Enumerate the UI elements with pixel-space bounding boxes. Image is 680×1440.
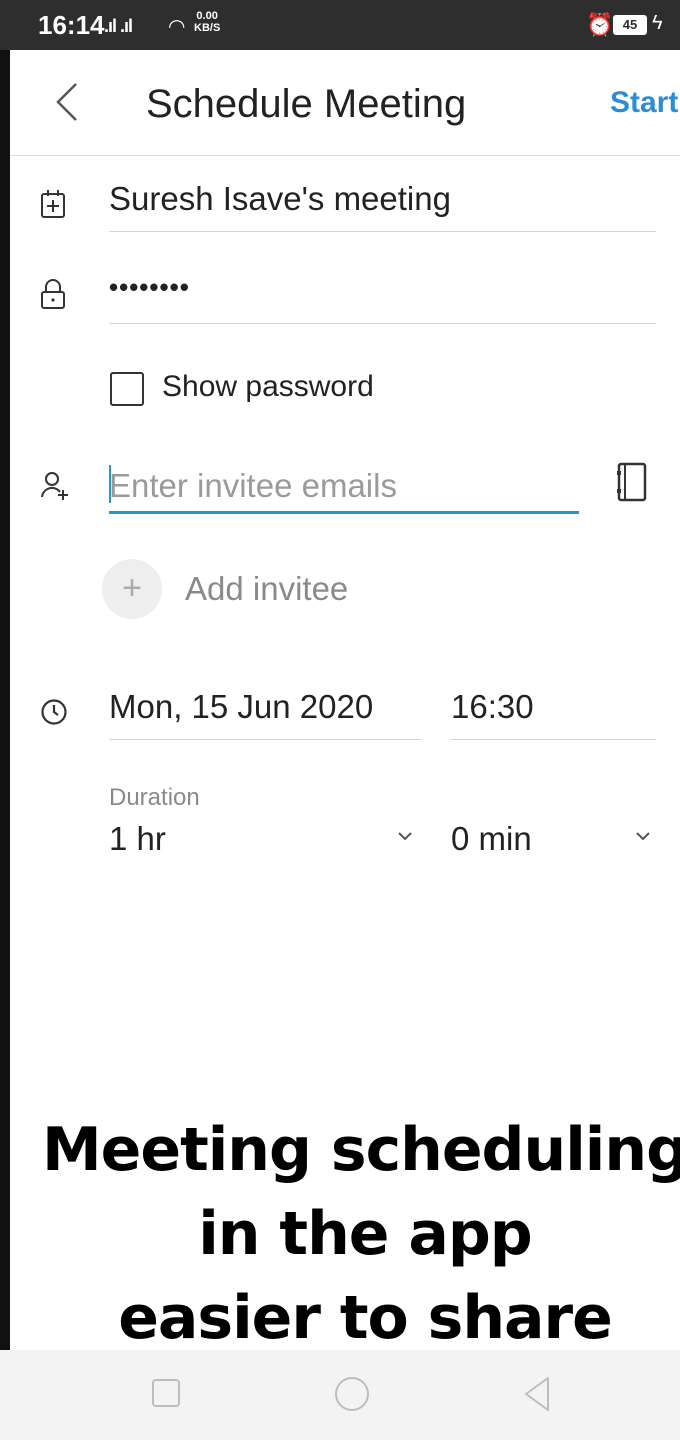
- duration-hours-select[interactable]: 1 hr: [109, 820, 421, 860]
- add-invitee-button[interactable]: +: [102, 559, 162, 619]
- alarm-icon: ⏰: [586, 12, 614, 37]
- calendar-add-icon: [41, 190, 65, 218]
- network-speed-unit: KB/S: [194, 22, 221, 34]
- status-time: 16:14: [38, 10, 105, 40]
- add-invitee-label[interactable]: Add invitee: [185, 570, 348, 608]
- signal-icon: .ıl .ıl: [104, 16, 133, 36]
- wifi-icon: ◠: [168, 16, 186, 38]
- battery-icon: 45: [613, 15, 647, 35]
- network-speed-value: 0.00: [196, 10, 218, 22]
- add-person-icon: [41, 472, 68, 500]
- status-bar: 16:14 .ıl .ıl ◠ 0.00 KB/S ⏰ 45 ϟ: [0, 0, 680, 50]
- app-header: Schedule Meeting Start: [10, 50, 680, 156]
- recent-apps-icon[interactable]: [152, 1379, 180, 1407]
- duration-label: Duration: [109, 784, 200, 811]
- network-speed: 0.00 KB/S: [194, 10, 220, 34]
- meeting-topic-field[interactable]: Suresh Isave's meeting: [109, 180, 656, 232]
- show-password-label: Show password: [162, 370, 374, 403]
- text-cursor: [109, 465, 111, 503]
- system-nav-bar: [0, 1350, 680, 1440]
- start-button[interactable]: Start: [610, 86, 678, 120]
- show-password-checkbox[interactable]: [110, 372, 144, 406]
- promo-caption: Meeting scheduling in the app easier to …: [10, 1108, 680, 1360]
- contacts-book-icon[interactable]: [616, 462, 648, 502]
- duration-hours-value: 1 hr: [109, 820, 166, 857]
- chevron-down-icon: [398, 832, 412, 841]
- password-field[interactable]: ••••••••: [109, 272, 656, 324]
- clock-icon: [41, 699, 67, 725]
- duration-minutes-value: 0 min: [451, 820, 532, 857]
- meeting-date-field[interactable]: Mon, 15 Jun 2020: [109, 688, 421, 740]
- back-arrow-icon[interactable]: [52, 80, 82, 124]
- screen-edge: [0, 50, 10, 1350]
- chevron-down-icon: [636, 832, 650, 841]
- page-title: Schedule Meeting: [146, 82, 467, 126]
- promo-line-2: in the app: [198, 1199, 533, 1269]
- meeting-time-field[interactable]: 16:30: [451, 688, 656, 740]
- home-icon[interactable]: [335, 1377, 369, 1411]
- promo-line-1: Meeting scheduling: [41, 1115, 680, 1185]
- nav-back-icon[interactable]: [522, 1375, 552, 1413]
- charging-icon: ϟ: [652, 12, 663, 34]
- invitee-email-input[interactable]: [109, 460, 579, 514]
- duration-minutes-select[interactable]: 0 min: [451, 820, 656, 860]
- promo-line-3: easier to share: [118, 1283, 613, 1353]
- lock-icon: [41, 279, 65, 309]
